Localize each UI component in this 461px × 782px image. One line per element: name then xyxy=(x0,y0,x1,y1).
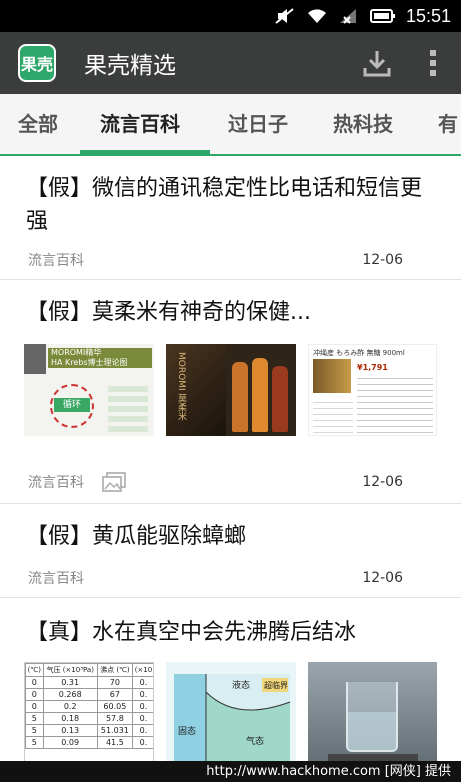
article-card[interactable]: 【假】莫柔米有神奇的保健... MOROMI精华 HA Krebs博士理论图 循… xyxy=(0,280,461,504)
article-thumbnail[interactable]: 液态 固态 气态 超临界 xyxy=(166,662,296,761)
action-bar: 果壳 果壳精选 xyxy=(0,32,461,94)
article-title: 【假】微信的通讯稳定性比电话和短信更强 xyxy=(26,176,423,234)
status-time: 15:51 xyxy=(405,5,451,26)
article-category: 流言百科 xyxy=(28,253,84,269)
table-cell: 0. xyxy=(131,700,153,713)
data-table: (℃) 气压 (×10³Pa) 沸点 (℃) (×10 0 0.31 70 0. 0 0.268… xyxy=(25,663,153,749)
category-tabs: 全部 流言百科 过日子 热科技 有 xyxy=(0,94,461,156)
article-card[interactable]: 【真】水在真空中会先沸腾后结冰 (℃) 气压 (×10³Pa) 沸点 (℃) (×10… xyxy=(0,598,461,761)
thumb-product-price: ¥1,791 xyxy=(357,363,388,372)
table-cell: 0. xyxy=(131,736,153,749)
mute-icon xyxy=(275,8,294,24)
tab-daily-life[interactable]: 过日子 xyxy=(228,94,288,154)
table-cell: 0.18 xyxy=(42,712,98,725)
diagram-solid-label: 固态 xyxy=(178,727,197,737)
table-header-cell: 气压 (×10³Pa) xyxy=(42,663,98,677)
article-meta: 流言百科 12-06 xyxy=(28,250,403,270)
article-feed[interactable]: 【假】微信的通讯稳定性比电话和短信更强 流言百科 12-06 【假】莫柔米有神奇… xyxy=(0,156,461,761)
table-cell: 0.13 xyxy=(42,724,98,737)
article-title: 【假】黄瓜能驱除蟑螂 xyxy=(26,524,247,549)
article-category: 流言百科 xyxy=(28,571,84,587)
article-card[interactable]: 【假】黄瓜能驱除蟑螂 流言百科 12-06 xyxy=(0,504,461,598)
article-title: 【假】莫柔米有神奇的保健... xyxy=(26,300,311,325)
table-cell: 67 xyxy=(96,688,133,701)
tab-rumor-encyclopedia[interactable]: 流言百科 xyxy=(100,94,180,154)
table-cell: 57.8 xyxy=(96,712,133,725)
phase-diagram xyxy=(166,662,296,761)
table-row: 5 0.18 57.8 0. xyxy=(25,712,153,725)
article-category: 流言百科 xyxy=(28,475,84,491)
article-thumbnail[interactable]: (℃) 气压 (×10³Pa) 沸点 (℃) (×10 0 0.31 70 0. 0 0.268… xyxy=(24,662,154,761)
thumb-product-title: 冲绳産 もろみ酢 無糖 900ml xyxy=(313,349,405,357)
tab-more[interactable]: 有 xyxy=(438,94,458,154)
battery-icon xyxy=(369,9,395,23)
article-date: 12-06 xyxy=(362,252,403,268)
gallery-icon xyxy=(102,472,126,492)
article-thumbnail[interactable]: 冲绳産 もろみ酢 無糖 900ml ¥1,791 xyxy=(308,344,437,436)
article-date: 12-06 xyxy=(362,474,403,490)
table-cell: 0. xyxy=(131,688,153,701)
thumb-sub-text: HA Krebs博士理论图 xyxy=(51,358,128,367)
table-cell: 0 xyxy=(25,676,44,689)
tab-all[interactable]: 全部 xyxy=(18,94,58,154)
download-button[interactable] xyxy=(357,43,397,83)
thumb-vertical-text: MOROMI 莫柔米 xyxy=(176,352,186,421)
table-cell: 0.268 xyxy=(42,688,98,701)
table-cell: 5 xyxy=(25,712,44,725)
watermark: http://www.hackhome.com [网侠] 提供 xyxy=(0,761,461,782)
diagram-gas-label: 气态 xyxy=(246,737,265,747)
download-icon xyxy=(363,51,391,77)
table-cell: 0. xyxy=(131,724,153,737)
table-row: 0 0.268 67 0. xyxy=(25,688,153,701)
thumb-banner-text: MOROMI精华 xyxy=(51,348,102,357)
article-card[interactable]: 【假】微信的通讯稳定性比电话和短信更强 流言百科 12-06 xyxy=(0,156,461,280)
table-cell: 5 xyxy=(25,724,44,737)
table-cell: 70 xyxy=(96,676,133,689)
table-row: 5 0.09 41.5 0. xyxy=(25,736,153,749)
tab-indicator xyxy=(80,150,210,154)
table-cell: 5 xyxy=(25,736,44,749)
app-title: 果壳精选 xyxy=(84,53,176,79)
article-meta: 流言百科 12-06 xyxy=(28,472,403,492)
article-thumbnail[interactable] xyxy=(308,662,437,761)
article-thumbnail[interactable]: MOROMI精华 HA Krebs博士理论图 循环 xyxy=(24,344,154,436)
more-vertical-icon xyxy=(430,50,436,76)
app-logo[interactable]: 果壳 xyxy=(18,44,56,82)
diagram-liquid-label: 液态 xyxy=(232,681,251,691)
table-row: 0 0.31 70 0. xyxy=(25,676,153,689)
overflow-menu-button[interactable] xyxy=(423,43,443,83)
table-row: 0 0.2 60.05 0. xyxy=(25,700,153,713)
table-cell: 0.09 xyxy=(42,736,98,749)
diagram-supercritical-label: 超临界 xyxy=(264,681,288,690)
table-header-cell: (×10 xyxy=(131,663,153,677)
thumb-center-text: 循环 xyxy=(54,398,90,412)
table-cell: 0 xyxy=(25,700,44,713)
table-cell: 0. xyxy=(131,712,153,725)
tab-hot-tech[interactable]: 热科技 xyxy=(333,94,393,154)
table-cell: 51.031 xyxy=(96,724,133,737)
table-cell: 60.05 xyxy=(96,700,133,713)
article-date: 12-06 xyxy=(362,570,403,586)
table-cell: 41.5 xyxy=(96,736,133,749)
signal-icon xyxy=(339,9,356,24)
table-cell: 0.2 xyxy=(42,700,98,713)
table-header-cell: 沸点 (℃) xyxy=(96,663,133,677)
article-meta: 流言百科 12-06 xyxy=(28,568,403,588)
wifi-icon xyxy=(307,9,326,23)
status-bar: 15:51 xyxy=(0,0,461,32)
table-cell: 0. xyxy=(131,676,153,689)
table-header-cell: (℃) xyxy=(25,663,44,677)
table-cell: 0.31 xyxy=(42,676,98,689)
article-thumbnail[interactable]: MOROMI 莫柔米 xyxy=(166,344,296,436)
table-cell: 0 xyxy=(25,688,44,701)
table-row: 5 0.13 51.031 0. xyxy=(25,724,153,737)
article-title: 【真】水在真空中会先沸腾后结冰 xyxy=(26,620,357,645)
